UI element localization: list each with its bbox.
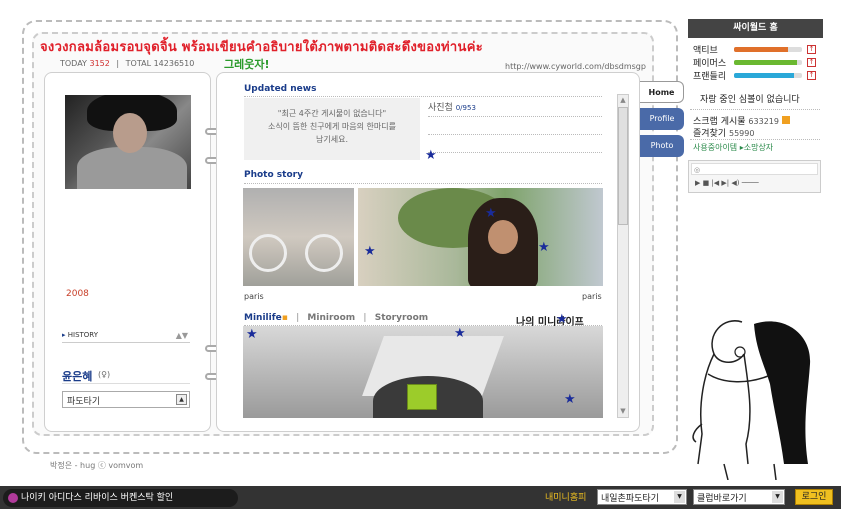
owner-gender: (♀) bbox=[98, 370, 111, 379]
couple-hug-sketch bbox=[692, 320, 811, 480]
divider bbox=[62, 383, 190, 384]
profile-photo bbox=[65, 95, 191, 189]
items-link[interactable]: 사용중아이템 ▸소망상자 bbox=[693, 142, 773, 153]
today-value: 3152 bbox=[89, 59, 110, 68]
star-icon: ★ bbox=[425, 148, 437, 163]
divider bbox=[428, 134, 602, 135]
history-arrows-icon[interactable]: ▲▼ bbox=[176, 331, 188, 340]
photo-story-image[interactable] bbox=[358, 188, 603, 286]
stat-friendly-label: 프랜들리 bbox=[693, 72, 727, 82]
hompy-url[interactable]: http://www.cyworld.com/dbsdmsgp bbox=[505, 62, 646, 71]
stat-active-label: 액티브 bbox=[693, 46, 718, 56]
star-icon: ★ bbox=[556, 312, 568, 327]
player-controls[interactable]: ▶ ■ |◀ ▶| ◀) ──── bbox=[695, 179, 759, 187]
photo-album-label: 사진첩 bbox=[428, 103, 453, 113]
photo-album-count[interactable]: 사진첩 0/953 bbox=[428, 100, 476, 113]
scrollbar-thumb[interactable] bbox=[618, 107, 628, 225]
favorites-count[interactable]: 즐겨찾기 55990 bbox=[693, 126, 754, 139]
updated-news-title: Updated news bbox=[244, 84, 317, 94]
ilchon-pado-select[interactable]: 내일촌파도타기 ▼ bbox=[597, 489, 687, 505]
symbol-empty-message: 자랑 중인 심볼이 없습니다 bbox=[700, 95, 800, 105]
tab-minilife[interactable]: Minilife bbox=[244, 313, 282, 323]
star-icon: ★ bbox=[538, 240, 550, 255]
star-icon: ★ bbox=[454, 326, 466, 341]
empty-message: 남기세요. bbox=[316, 135, 348, 144]
star-icon: ★ bbox=[485, 206, 497, 221]
photo-story-title: Photo story bbox=[244, 170, 303, 180]
tab-photo[interactable]: Photo bbox=[640, 135, 684, 157]
arrow-up-icon[interactable]: ↑ bbox=[807, 45, 816, 54]
ad-banner[interactable]: 나이키 아디다스 리바이스 버켄스탁 할인 bbox=[3, 489, 238, 507]
divider bbox=[690, 139, 820, 140]
pado-select[interactable]: 파도타기 ▲ bbox=[62, 391, 190, 408]
scrap-value: 633219 bbox=[748, 117, 779, 126]
footer-signature: 박정은 - hug ⓒ vomvom bbox=[50, 461, 144, 470]
star-icon: ★ bbox=[246, 327, 258, 342]
total-label: TOTAL bbox=[125, 59, 152, 68]
miniroom-scene[interactable] bbox=[243, 326, 603, 418]
divider bbox=[244, 183, 602, 184]
visitor-counter: TODAY 3152 | TOTAL 14236510 bbox=[60, 59, 195, 68]
chevron-down-icon[interactable]: ▼ bbox=[674, 491, 685, 503]
star-icon: ★ bbox=[364, 244, 376, 259]
photo-story-image[interactable] bbox=[243, 188, 354, 286]
pado-select-label: 파도타기 bbox=[67, 397, 101, 407]
scrollbar[interactable]: ▲ ▼ bbox=[617, 94, 629, 418]
empty-message: "최근 4주간 게시물이 없습니다" bbox=[277, 109, 387, 118]
tab-home[interactable]: Home bbox=[640, 81, 684, 103]
history-label: HISTORY bbox=[67, 331, 98, 339]
tab-miniroom[interactable]: Miniroom bbox=[307, 313, 355, 323]
divider bbox=[428, 152, 602, 153]
total-value: 14236510 bbox=[153, 59, 195, 68]
new-badge-icon bbox=[781, 116, 790, 124]
tab-storyroom[interactable]: Storyroom bbox=[375, 313, 428, 323]
star-icon: ★ bbox=[564, 392, 576, 407]
favorites-value: 55990 bbox=[729, 129, 755, 138]
stat-famous-label: 페이머스 bbox=[693, 59, 727, 69]
photo-caption: paris bbox=[582, 292, 602, 301]
page-headline: จงวงกลมล้อมรอบจุดจิ้น พร้อมเขียนคำอธิบาย… bbox=[40, 40, 483, 55]
ad-bullet-icon bbox=[8, 493, 18, 503]
tab-separator: | bbox=[363, 313, 367, 323]
today-label: TODAY bbox=[60, 59, 87, 68]
club-shortcut-select[interactable]: 클럽바로가기 ▼ bbox=[693, 489, 785, 505]
chevron-up-icon[interactable]: ▲ bbox=[176, 394, 187, 405]
login-button[interactable]: 로그인 bbox=[795, 489, 833, 505]
my-minihompy-link[interactable]: 내미니홈피 bbox=[545, 490, 586, 503]
photo-album-value: 0/953 bbox=[455, 104, 476, 112]
updated-news-box: "최근 4주간 게시물이 없습니다" 소식이 뜸한 친구에게 마음의 한마디를 … bbox=[244, 98, 420, 160]
history-toggle[interactable]: ▸ HISTORY ▲▼ bbox=[62, 331, 190, 343]
arrow-up-icon[interactable]: ↑ bbox=[807, 58, 816, 67]
chevron-down-icon[interactable]: ▼ bbox=[772, 491, 783, 503]
divider bbox=[428, 116, 602, 117]
scroll-up-icon[interactable]: ▲ bbox=[619, 96, 627, 105]
stat-famous-bar bbox=[734, 60, 802, 65]
player-title-bar: ◎ bbox=[691, 163, 818, 175]
ilchon-pado-label: 내일촌파도타기 bbox=[601, 494, 659, 504]
minilife-tabs: Minilife▪ | Miniroom | Storyroom bbox=[244, 313, 429, 323]
stat-friendly-bar bbox=[734, 73, 802, 78]
profile-year: 2008 bbox=[66, 289, 89, 299]
favorites-label: 즐겨찾기 bbox=[693, 129, 727, 139]
cyworld-home-button[interactable]: 싸이월드 홈 bbox=[688, 19, 823, 38]
club-shortcut-label: 클럽바로가기 bbox=[697, 494, 747, 504]
music-player: ◎ ▶ ■ |◀ ▶| ◀) ──── bbox=[688, 160, 821, 193]
divider bbox=[244, 96, 602, 97]
owner-name[interactable]: 윤은혜 bbox=[62, 368, 92, 384]
page-subtitle: 그레웃자! bbox=[224, 58, 270, 71]
ad-text: 나이키 아디다스 리바이스 버켄스탁 할인 bbox=[21, 493, 174, 503]
divider bbox=[690, 109, 820, 110]
stat-active-bar bbox=[734, 47, 802, 52]
tab-profile[interactable]: Profile bbox=[640, 108, 684, 130]
empty-message: 소식이 뜸한 친구에게 마음의 한마디를 bbox=[268, 122, 396, 131]
arrow-up-icon[interactable]: ↑ bbox=[807, 71, 816, 80]
photo-caption: paris bbox=[244, 292, 264, 301]
scroll-down-icon[interactable]: ▼ bbox=[619, 407, 627, 416]
tab-separator: | bbox=[295, 313, 300, 323]
